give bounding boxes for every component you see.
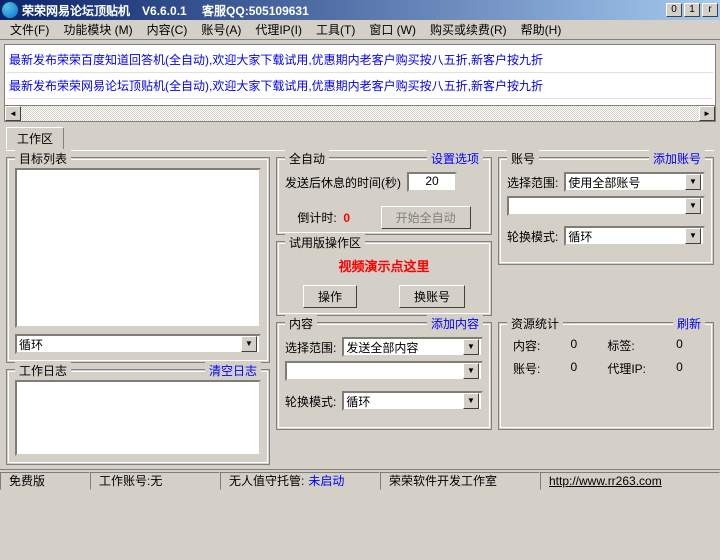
account-title: 账号 [507,150,539,167]
menu-help[interactable]: 帮助(H) [515,19,568,40]
target-list[interactable] [15,168,261,328]
video-demo-link[interactable]: 视频演示点这里 [338,259,429,274]
status-url-link[interactable]: http://www.rr263.com [540,472,720,490]
announcement-panel: 最新发布荣荣百度知道回答机(全自动),欢迎大家下载试用,优惠期内老客户购买按八五… [4,44,716,122]
announcement-link[interactable]: 最新发布荣荣网易论坛顶贴机(全自动),欢迎大家下载试用,优惠期内老客户购买按八五… [7,73,713,99]
menu-module[interactable]: 功能模块 (M) [57,19,138,40]
target-mode-value: 循环 [19,336,43,353]
menu-tools[interactable]: 工具(T) [310,19,361,40]
app-icon [2,2,18,18]
chevron-down-icon[interactable]: ▼ [685,174,701,190]
stats-account-label: 账号: [513,360,556,377]
chevron-down-icon[interactable]: ▼ [463,393,479,409]
status-bar: 免费版 工作账号:无 无人值守托管: 未启动 荣荣软件开发工作室 http://… [0,469,720,491]
content-extra-select[interactable]: ▼ [285,361,483,381]
chevron-down-icon[interactable]: ▼ [685,198,701,214]
stats-group: 资源统计 刷新 内容: 0 标签: 0 账号: 0 代理IP: 0 [498,322,714,430]
menu-account[interactable]: 账号(A) [195,19,247,40]
close-button[interactable]: r [702,3,718,17]
settings-link[interactable]: 设置选项 [427,150,483,167]
work-log-text[interactable] [15,380,261,456]
minimize-button[interactable]: 0 [666,3,682,17]
operate-button[interactable]: 操作 [303,285,357,308]
status-version: 免费版 [0,472,90,490]
work-log-title: 工作日志 [15,362,71,379]
tab-workspace[interactable]: 工作区 [6,127,64,149]
target-mode-select[interactable]: 循环 ▼ [15,334,261,354]
rest-label: 发送后休息的时间(秒) [285,174,401,191]
rest-input[interactable]: 20 [407,172,457,192]
status-unattended: 无人值守托管: 未启动 [220,472,380,490]
trial-group: 试用版操作区 视频演示点这里 操作 换账号 [276,241,492,316]
menu-bar: 文件(F) 功能模块 (M) 内容(C) 账号(A) 代理IP(I) 工具(T)… [0,20,720,40]
chevron-down-icon[interactable]: ▼ [685,228,701,244]
stats-proxy-label: 代理IP: [607,360,662,377]
horizontal-scrollbar[interactable]: ◄ ► [5,105,715,121]
menu-content[interactable]: 内容(C) [141,19,194,40]
countdown-value: 0 [343,211,350,225]
chevron-down-icon[interactable]: ▼ [241,336,257,352]
stats-content-value: 0 [570,337,593,354]
unattended-state-link[interactable]: 未启动 [308,472,344,489]
menu-proxy[interactable]: 代理IP(I) [249,19,308,40]
content-range-select[interactable]: 发送全部内容 ▼ [342,337,483,357]
work-log-group: 工作日志 清空日志 [6,369,270,465]
refresh-link[interactable]: 刷新 [673,315,705,332]
window-title: 荣荣网易论坛顶贴机 V6.6.0.1 客服QQ:505109631 [22,2,666,19]
content-title: 内容 [285,315,317,332]
target-list-title: 目标列表 [15,150,71,167]
full-auto-group: 全自动 设置选项 发送后休息的时间(秒) 20 倒计时: 0 开始全自动 [276,157,492,235]
stats-account-value: 0 [570,360,593,377]
clear-log-link[interactable]: 清空日志 [205,362,261,379]
account-range-select[interactable]: 使用全部账号 ▼ [564,172,705,192]
countdown-label: 倒计时: [297,211,336,225]
chevron-down-icon[interactable]: ▼ [463,339,479,355]
stats-title: 资源统计 [507,315,563,332]
maximize-button[interactable]: 1 [684,3,700,17]
scroll-left-icon[interactable]: ◄ [5,106,21,121]
trial-title: 试用版操作区 [285,234,365,251]
stats-tag-value: 0 [676,337,699,354]
menu-file[interactable]: 文件(F) [4,19,55,40]
stats-content-label: 内容: [513,337,556,354]
content-mode-label: 轮换模式: [285,393,336,410]
content-group: 内容 添加内容 选择范围: 发送全部内容 ▼ ▼ 轮换模式: 循环 ▼ [276,322,492,430]
status-studio: 荣荣软件开发工作室 [380,472,540,490]
full-auto-title: 全自动 [285,150,329,167]
status-work-account: 工作账号:无 [90,472,220,490]
announcement-link[interactable]: 最新发布荣荣百度知道回答机(全自动),欢迎大家下载试用,优惠期内老客户购买按八五… [7,47,713,73]
target-list-group: 目标列表 循环 ▼ [6,157,270,363]
title-bar: 荣荣网易论坛顶贴机 V6.6.0.1 客服QQ:505109631 0 1 r [0,0,720,20]
account-extra-select[interactable]: ▼ [507,196,705,216]
add-account-link[interactable]: 添加账号 [649,150,705,167]
scroll-right-icon[interactable]: ► [699,106,715,121]
content-range-label: 选择范围: [285,339,336,356]
switch-account-button[interactable]: 换账号 [399,285,465,308]
add-content-link[interactable]: 添加内容 [427,315,483,332]
start-auto-button[interactable]: 开始全自动 [381,206,471,229]
chevron-down-icon[interactable]: ▼ [463,363,479,379]
stats-proxy-value: 0 [676,360,699,377]
scroll-track[interactable] [21,106,699,121]
stats-tag-label: 标签: [607,337,662,354]
account-range-label: 选择范围: [507,174,558,191]
account-mode-label: 轮换模式: [507,228,558,245]
account-group: 账号 添加账号 选择范围: 使用全部账号 ▼ ▼ 轮换模式: 循环 ▼ [498,157,714,265]
menu-purchase[interactable]: 购买或续费(R) [424,19,513,40]
content-mode-select[interactable]: 循环 ▼ [342,391,483,411]
menu-window[interactable]: 窗口 (W) [363,19,422,40]
account-mode-select[interactable]: 循环 ▼ [564,226,705,246]
